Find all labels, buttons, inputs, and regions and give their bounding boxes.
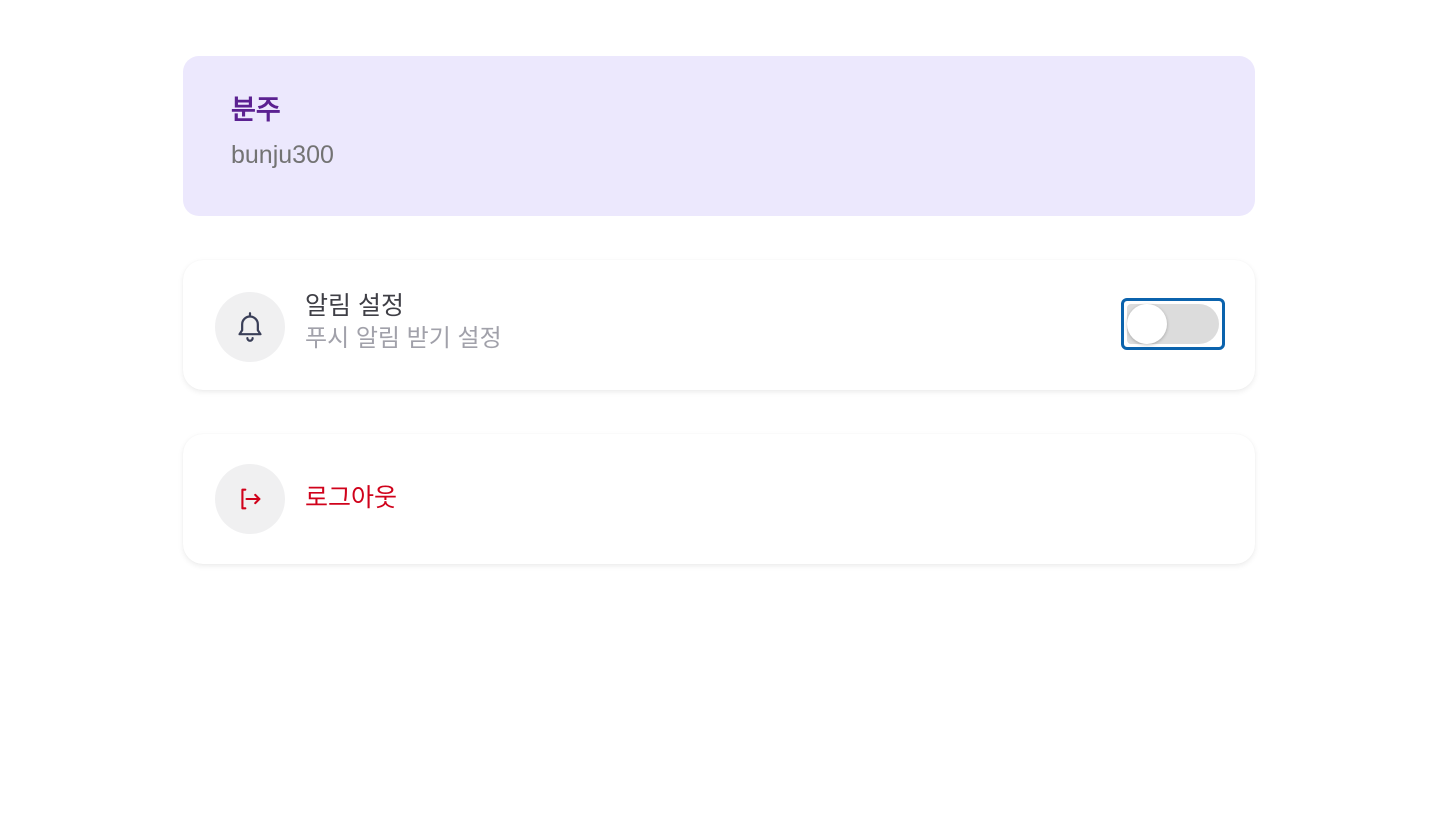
notification-settings-row: 알림 설정 푸시 알림 받기 설정: [183, 260, 1255, 390]
profile-user-id: bunju300: [231, 141, 334, 169]
profile-card: 분주 bunju300: [183, 56, 1255, 216]
profile-name: 분주: [231, 95, 281, 125]
settings-container: 분주 bunju300 알림 설정 푸시 알림 받기 설정 로그아웃: [183, 56, 1255, 564]
notification-text: 알림 설정 푸시 알림 받기 설정: [305, 290, 502, 354]
toggle-knob: [1127, 304, 1167, 344]
bell-icon: [215, 292, 285, 362]
notification-subtitle: 푸시 알림 받기 설정: [305, 325, 502, 352]
toggle-track: [1127, 304, 1219, 344]
notification-title: 알림 설정: [305, 292, 404, 320]
logout-label: 로그아웃: [305, 484, 398, 512]
push-notification-toggle[interactable]: [1121, 298, 1225, 350]
logout-icon: [215, 464, 285, 534]
logout-button[interactable]: 로그아웃: [183, 434, 1255, 564]
